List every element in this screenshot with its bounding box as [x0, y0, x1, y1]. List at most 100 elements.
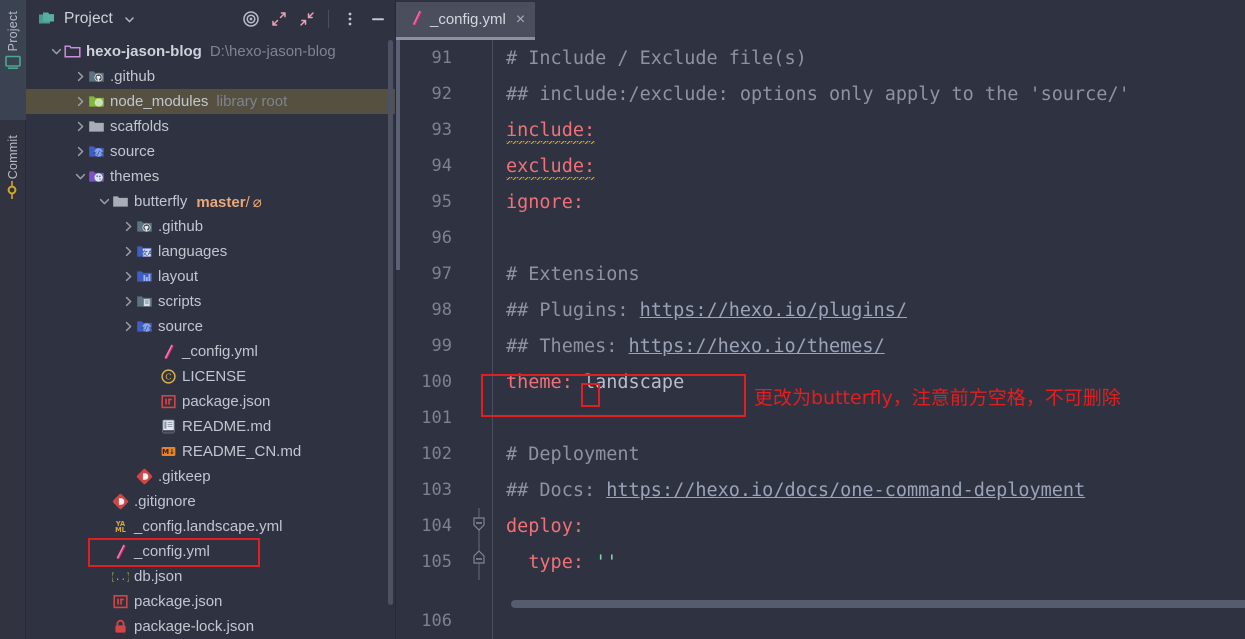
tree-row-_config.landscape.yml[interactable]: YA ML _config.landscape.yml — [26, 514, 395, 539]
tree-row-meta: D:\hexo-jason-blog — [209, 43, 336, 60]
tool-window-button-project[interactable]: Project — [0, 0, 26, 120]
line-number: 102 — [421, 444, 452, 464]
more-options-icon[interactable] — [339, 8, 361, 30]
chevron-right-icon[interactable] — [120, 271, 136, 282]
chevron-down-icon[interactable] — [48, 46, 64, 57]
file-json-icon: {..} — [112, 568, 129, 585]
line-number: 105 — [421, 552, 452, 572]
tree-row-label: languages — [158, 243, 228, 260]
chevron-right-icon[interactable] — [72, 96, 88, 107]
code-line[interactable]: 102 # Deployment — [396, 436, 1245, 472]
tree-row-readme_cn.md[interactable]: M↓ README_CN.md — [26, 439, 395, 464]
tree-row-languages[interactable]: 文A languages — [26, 239, 395, 264]
tree-row-package-lock.json[interactable]: package-lock.json — [26, 614, 395, 639]
hide-icon[interactable] — [367, 8, 389, 30]
tree-row-hexo-jason-blog[interactable]: hexo-jason-blog D:\hexo-jason-blog — [26, 39, 395, 64]
chevron-right-icon[interactable] — [72, 146, 88, 157]
tree-row-butterfly[interactable]: butterfly master/⌀ — [26, 189, 395, 214]
tree-row-source[interactable]: </> source — [26, 314, 395, 339]
chevron-down-icon[interactable] — [119, 8, 141, 30]
tree-row-db.json[interactable]: {..} db.json — [26, 564, 395, 589]
file-md-icon: M↓ — [160, 443, 177, 460]
tree-row-package.json[interactable]: package.json — [26, 589, 395, 614]
tree-row-license[interactable]: C LICENSE — [26, 364, 395, 389]
code-token-link[interactable]: https://hexo.io/plugins/ — [640, 300, 907, 321]
folder-node-icon — [88, 93, 105, 110]
select-opened-file-icon[interactable] — [240, 8, 262, 30]
project-tree[interactable]: hexo-jason-blog D:\hexo-jason-blog .github… — [26, 38, 395, 639]
code-line[interactable]: 105 type: '' — [396, 544, 1245, 580]
tree-row-label: node_modules — [110, 93, 209, 110]
code-line[interactable]: 93 include: — [396, 112, 1245, 148]
code-token-comment: ## include:/exclude: options only apply … — [506, 83, 1130, 105]
chevron-down-icon[interactable] — [96, 196, 112, 207]
code-line[interactable]: 99 ## Themes: https://hexo.io/themes/ — [396, 328, 1245, 364]
tree-row-.gitkeep[interactable]: .gitkeep — [26, 464, 395, 489]
folder-plain-icon — [112, 193, 129, 210]
code-line[interactable]: 98 ## Plugins: https://hexo.io/plugins/ — [396, 292, 1245, 328]
tool-window-button-commit[interactable]: Commit — [0, 120, 26, 230]
line-number: 98 — [431, 300, 452, 320]
tree-row-.github[interactable]: .github — [26, 64, 395, 89]
file-yml-icon — [408, 9, 424, 30]
code-token-comment: # Deployment — [506, 443, 640, 465]
code-line[interactable]: 95 ignore: — [396, 184, 1245, 220]
close-icon[interactable]: × — [516, 11, 525, 28]
code-token-link[interactable]: https://hexo.io/themes/ — [629, 336, 885, 357]
tree-row-source[interactable]: </> source — [26, 139, 395, 164]
tree-row-_config.yml[interactable]: _config.yml — [26, 539, 395, 564]
svg-text:</>: </> — [141, 325, 152, 332]
tree-row-package.json[interactable]: package.json — [26, 389, 395, 414]
tree-row-.gitignore[interactable]: .gitignore — [26, 489, 395, 514]
collapse-all-icon[interactable] — [296, 8, 318, 30]
code-line[interactable]: 92 ## include:/exclude: options only appl… — [396, 76, 1245, 112]
tree-row-label: butterfly — [134, 193, 188, 210]
line-number: 94 — [431, 156, 452, 176]
tree-row-scaffolds[interactable]: scaffolds — [26, 114, 395, 139]
tree-row-.github[interactable]: .github — [26, 214, 395, 239]
code-editor[interactable]: 91 # Include / Exclude file(s) 92 ## includ… — [396, 40, 1245, 639]
tree-row-layout[interactable]: layout — [26, 264, 395, 289]
chevron-right-icon[interactable] — [120, 221, 136, 232]
line-number: 106 — [421, 611, 452, 631]
tree-row-readme.md[interactable]: README.md — [26, 414, 395, 439]
code-lines[interactable]: 91 # Include / Exclude file(s) 92 ## includ… — [396, 40, 1245, 639]
tree-row-label: themes — [110, 168, 160, 185]
left-tool-strip: Project Commit — [0, 0, 26, 639]
code-line[interactable]: 94 exclude: — [396, 148, 1245, 184]
fold-column — [466, 220, 492, 256]
svg-text:M↓: M↓ — [162, 448, 175, 456]
code-token-link[interactable]: https://hexo.io/docs/one-command-deploym… — [606, 480, 1085, 501]
fold-column — [466, 603, 492, 639]
tree-row-label: .github — [158, 218, 204, 235]
expand-all-icon[interactable] — [268, 8, 290, 30]
editor-tab-config-yml[interactable]: _config.yml × — [396, 2, 536, 40]
folder-lang-icon: 文A — [136, 243, 153, 260]
tree-row-node_modules[interactable]: node_modules library root — [26, 89, 395, 114]
code-line[interactable]: 103 ## Docs: https://hexo.io/docs/one-com… — [396, 472, 1245, 508]
chevron-down-icon[interactable] — [72, 171, 88, 182]
tree-row-scripts[interactable]: scripts — [26, 289, 395, 314]
code-line[interactable]: 104 deploy: — [396, 508, 1245, 544]
tree-row-label: package-lock.json — [134, 618, 255, 635]
code-token-comment: # Extensions — [506, 263, 640, 285]
project-tree-scrollbar[interactable] — [388, 40, 393, 605]
fold-marker[interactable] — [466, 508, 492, 544]
folder-scripts-icon — [136, 293, 153, 310]
chevron-right-icon[interactable] — [120, 321, 136, 332]
tree-row-themes[interactable]: themes — [26, 164, 395, 189]
fold-marker[interactable] — [466, 544, 492, 580]
chevron-right-icon[interactable] — [120, 246, 136, 257]
chevron-right-icon[interactable] — [72, 71, 88, 82]
code-text: ignore: — [492, 192, 584, 213]
code-line[interactable]: 97 # Extensions — [396, 256, 1245, 292]
folder-source-icon: </> — [136, 318, 153, 335]
tree-row-_config.yml[interactable]: _config.yml — [26, 339, 395, 364]
editor-horizontal-scrollbar[interactable] — [511, 600, 1245, 608]
code-line[interactable]: 96 — [396, 220, 1245, 256]
code-text: type: '' — [492, 552, 617, 573]
chevron-right-icon[interactable] — [120, 296, 136, 307]
git-branch-label: master/⌀ — [196, 193, 261, 211]
tree-row-label: source — [110, 143, 156, 160]
chevron-right-icon[interactable] — [72, 121, 88, 132]
